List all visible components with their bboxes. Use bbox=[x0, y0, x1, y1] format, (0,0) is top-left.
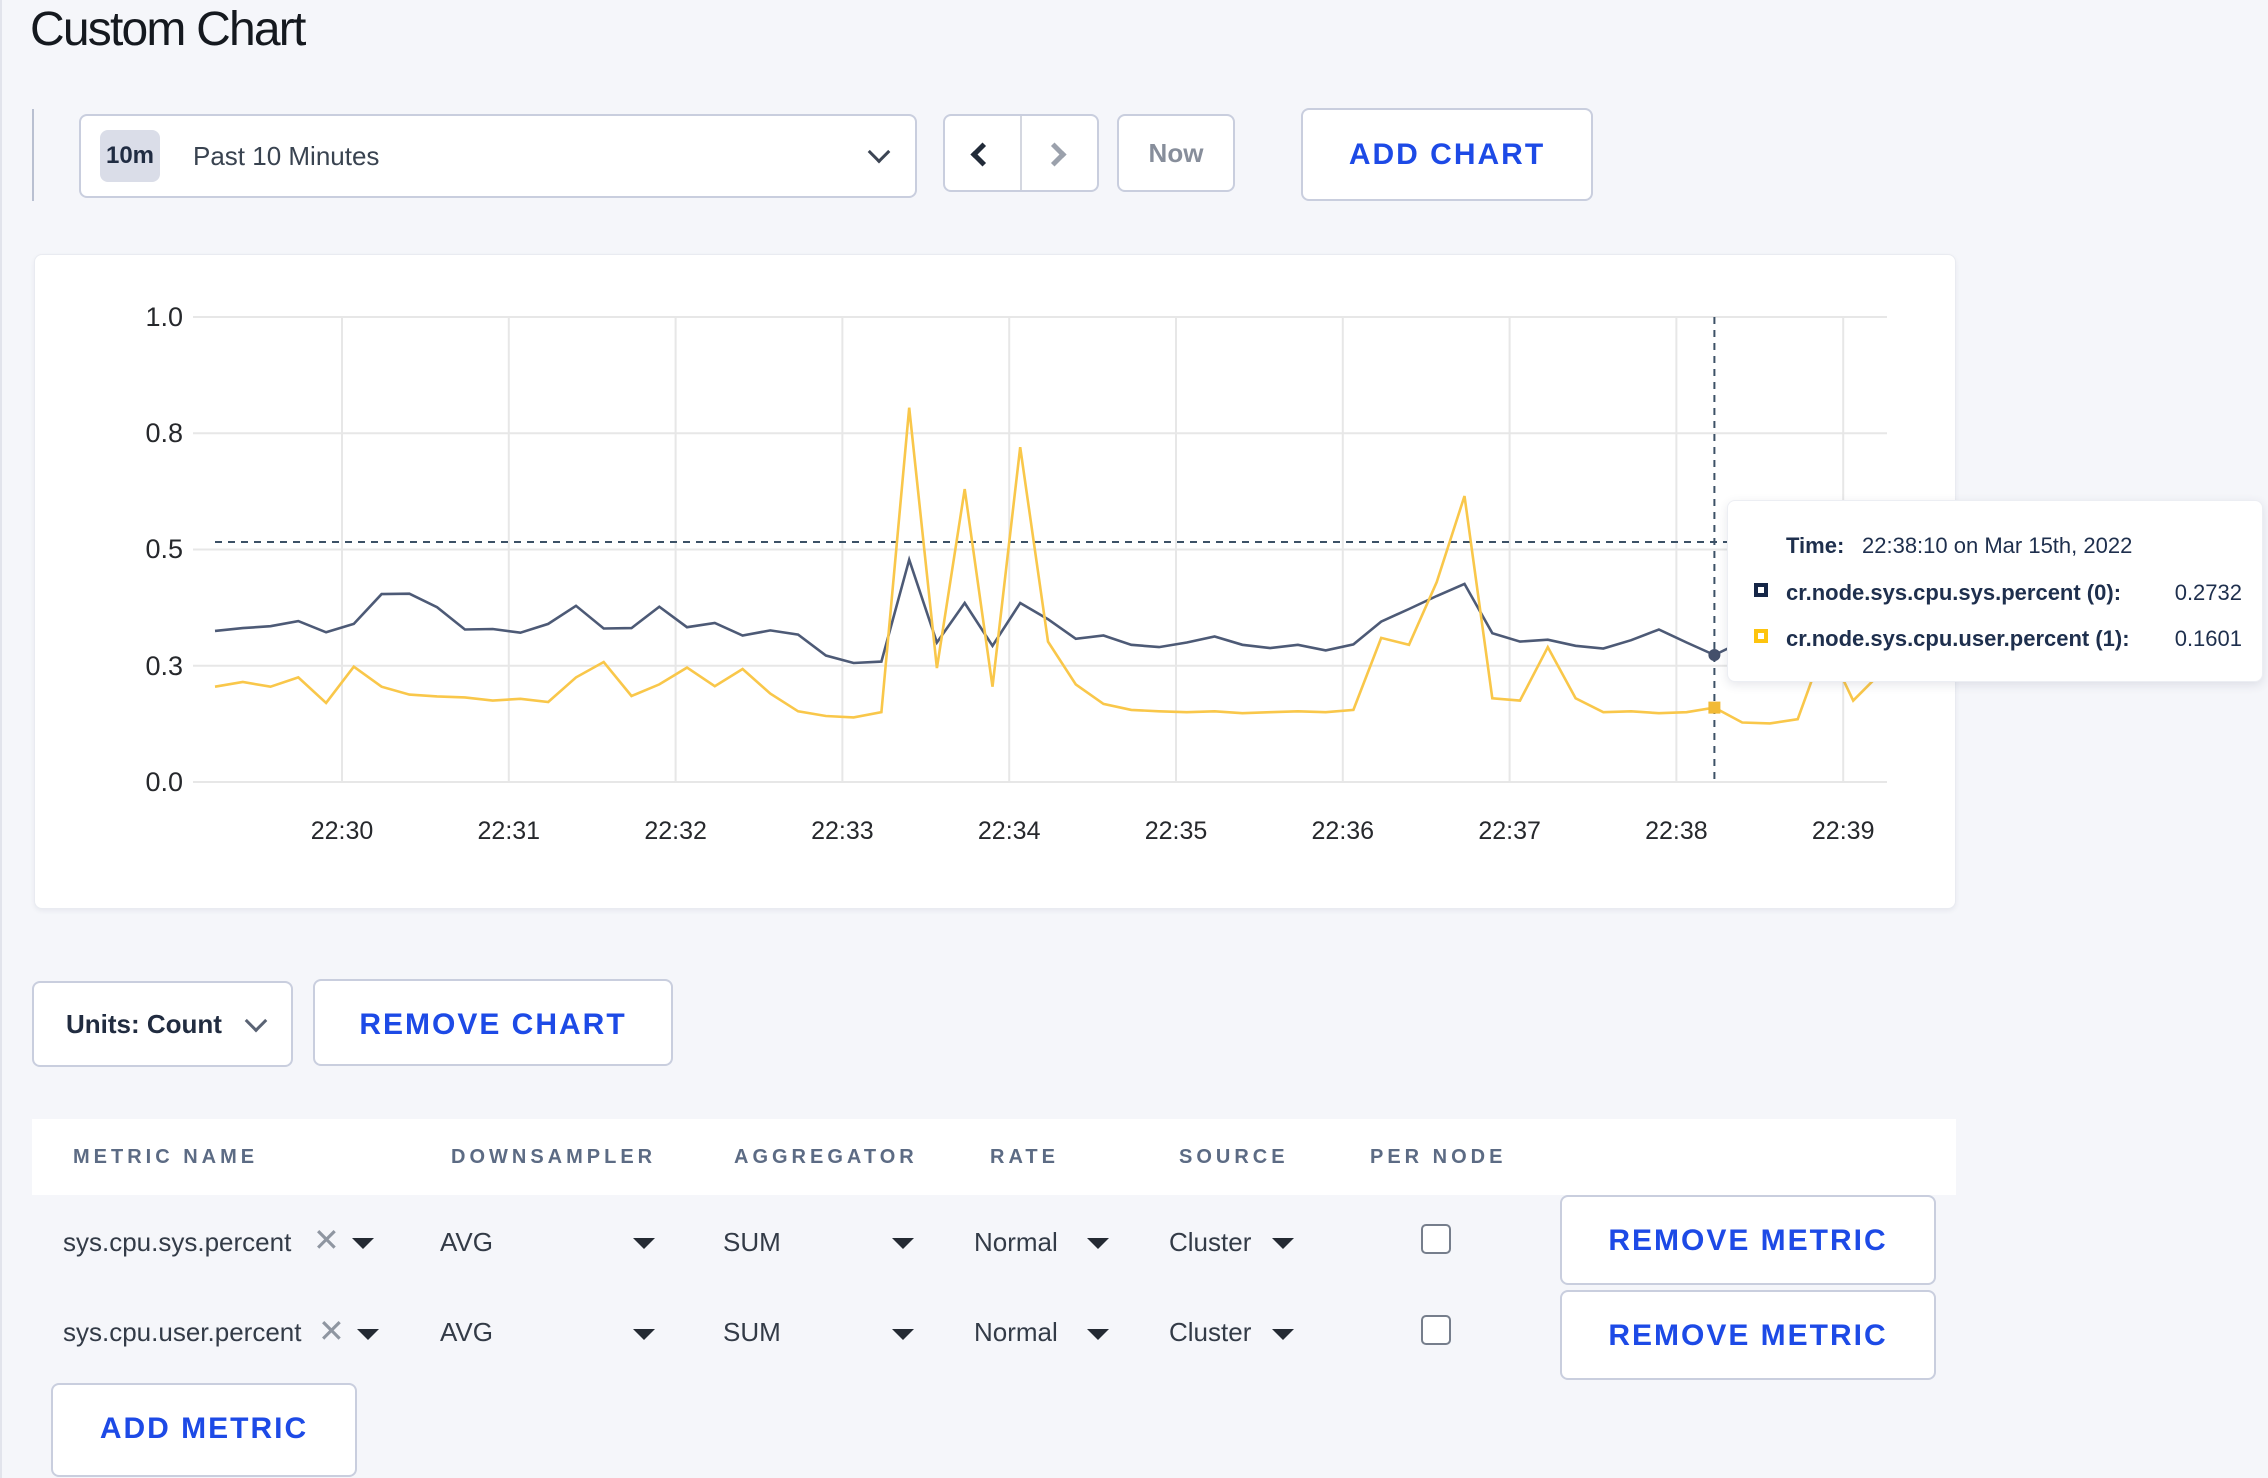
svg-text:22:39: 22:39 bbox=[1812, 817, 1875, 845]
svg-text:22:33: 22:33 bbox=[811, 817, 874, 845]
svg-text:0.3: 0.3 bbox=[145, 651, 183, 681]
svg-text:1.0: 1.0 bbox=[145, 302, 183, 332]
svg-text:22:32: 22:32 bbox=[644, 817, 707, 845]
svg-text:0.8: 0.8 bbox=[145, 418, 183, 448]
svg-text:0.5: 0.5 bbox=[145, 534, 183, 564]
svg-text:22:34: 22:34 bbox=[978, 817, 1041, 845]
svg-text:0.0: 0.0 bbox=[145, 767, 183, 797]
svg-text:22:30: 22:30 bbox=[311, 817, 374, 845]
svg-text:22:31: 22:31 bbox=[478, 817, 541, 845]
svg-text:22:35: 22:35 bbox=[1145, 817, 1208, 845]
svg-text:22:36: 22:36 bbox=[1312, 817, 1375, 845]
svg-text:22:37: 22:37 bbox=[1478, 817, 1541, 845]
svg-text:22:38: 22:38 bbox=[1645, 817, 1708, 845]
